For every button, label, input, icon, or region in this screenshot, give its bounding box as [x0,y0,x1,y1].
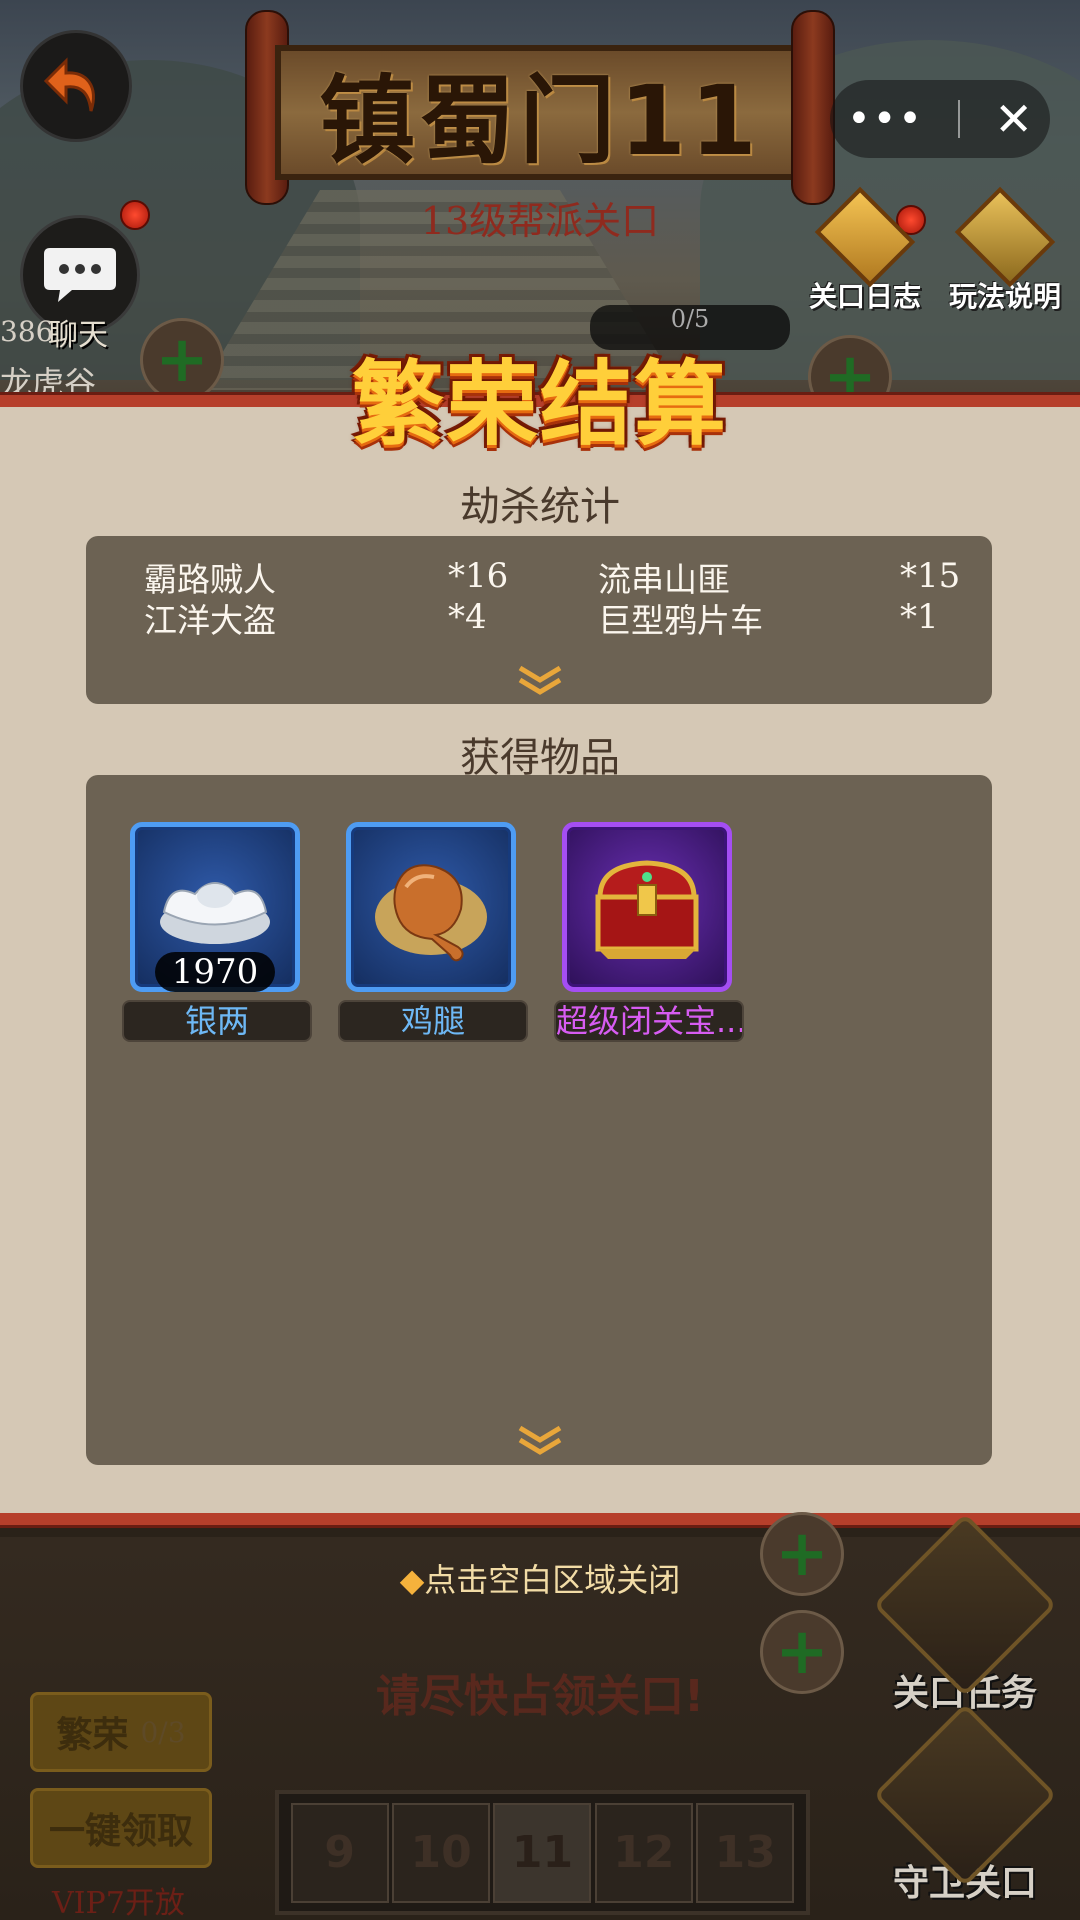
item-name: 超级闭关宝... [554,1000,744,1042]
item-quantity: 1970 [155,952,275,992]
back-arrow-icon [43,57,95,112]
expand-chevron-icon[interactable] [516,664,564,698]
vip-requirement: VIP7开放 [52,1886,185,1920]
reward-item[interactable]: 超级闭关宝... [554,822,744,1047]
treasure-chest-icon [595,860,699,959]
close-icon[interactable]: ✕ [994,92,1033,146]
rules-button[interactable]: 玩法说明 [940,186,1070,315]
level-selector: 9 10 11 12 13 [275,1790,810,1915]
prosperity-label: 繁荣 [56,1715,129,1756]
chicken-leg-icon [375,864,487,962]
level-cell-active[interactable]: 11 [493,1802,592,1903]
chat-bubble-icon [44,248,116,302]
level-log-button[interactable]: 关口日志 [800,186,930,315]
reward-item[interactable]: 鸡腿 [338,822,528,1047]
kill-entry-count: *4 [448,597,487,637]
reward-item[interactable]: 1970 银两 [122,822,312,1047]
scroll-paper: 镇蜀门11 [275,45,805,180]
chat-notification-dot [120,200,150,230]
back-button[interactable] [20,30,132,142]
more-menu-icon[interactable]: ••• [847,96,924,142]
progress-text: 0/5 [670,305,710,333]
kill-entry-name: 江洋大盗 [144,601,276,640]
item-name: 银两 [122,1000,312,1042]
kill-stats-title: 劫杀统计 [460,484,620,530]
defend-level-button[interactable]: 守卫关口 [873,1703,1057,1906]
kill-entry-count: *15 [900,556,961,596]
level-cell[interactable]: 9 [290,1802,389,1903]
level-cell[interactable]: 10 [392,1802,491,1903]
diamond-bullet-icon: ◆ [399,1561,425,1599]
claim-all-button[interactable]: 一键领取 [30,1788,212,1868]
level-cell[interactable]: 12 [594,1802,693,1903]
kill-entry-name: 巨型鸦片车 [598,601,763,640]
item-name: 鸡腿 [338,1000,528,1042]
prosperity-value: 0/3 [140,1715,186,1749]
prosperity-button[interactable]: 繁荣 0/3 [30,1692,212,1772]
expand-chevron-icon[interactable] [516,1424,564,1458]
item-frame [346,822,516,992]
title-scroll-banner: 镇蜀门11 [245,10,835,205]
pass-title: 镇蜀门11 [319,65,761,177]
mini-program-capsule: ••• ✕ [830,80,1050,158]
item-frame [562,822,732,992]
level-task-button[interactable]: 关口任务 [873,1513,1057,1716]
silver-ingot-icon [160,882,270,944]
dialog-title: 繁荣结算 [351,351,728,458]
level-cell[interactable]: 13 [696,1802,795,1903]
plus-button-bottom-1[interactable]: + [760,1512,844,1596]
close-hint-text: 点击空白区域关闭 [424,1561,681,1599]
kill-entry-count: *1 [900,597,939,637]
kill-entry-count: *16 [448,556,509,596]
capsule-divider [958,100,961,138]
claim-all-label: 一键领取 [48,1811,193,1852]
scroll-rod-right [791,10,835,205]
